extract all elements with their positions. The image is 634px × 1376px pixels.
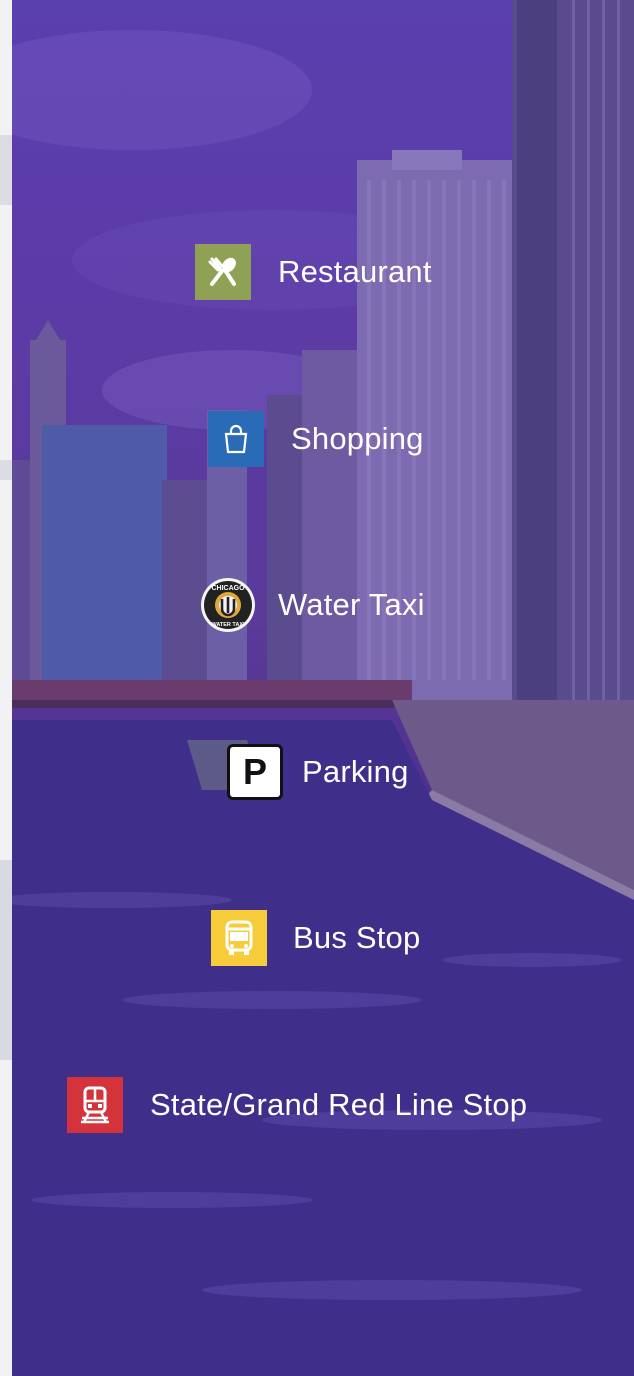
train-icon	[67, 1077, 123, 1133]
legend-item-bus-stop: Bus Stop	[211, 910, 420, 966]
city-river-background	[12, 0, 634, 1376]
legend-label-red-line-stop: State/Grand Red Line Stop	[150, 1087, 528, 1122]
water-taxi-logo-bottom-text: WATER TAXI	[211, 622, 245, 628]
legend-label-parking: Parking	[302, 754, 409, 789]
legend-item-restaurant: Restaurant	[195, 244, 432, 300]
legend-label-water-taxi: Water Taxi	[278, 587, 425, 622]
legend-label-bus-stop: Bus Stop	[293, 920, 421, 955]
parking-letter: P	[242, 751, 267, 792]
water-taxi-logo-icon: CHICAGO WATER TAXI	[200, 577, 256, 633]
legend-item-shopping: Shopping	[208, 411, 424, 467]
legend-item-water-taxi: CHICAGO WATER TAXI Water Taxi	[200, 577, 425, 633]
parking-p-icon: P	[227, 744, 283, 800]
fork-spoon-icon	[195, 244, 251, 300]
page: Restaurant Shopping CHICAGO WATER TAXI W…	[0, 0, 634, 1376]
legend-item-red-line-stop: State/Grand Red Line Stop	[67, 1077, 527, 1133]
underlying-page-edge	[0, 0, 12, 1376]
legend-item-parking: P Parking	[227, 744, 409, 800]
legend-label-restaurant: Restaurant	[278, 254, 432, 289]
shopping-bag-icon	[208, 411, 264, 467]
legend-label-shopping: Shopping	[291, 421, 424, 456]
water-taxi-logo-top-text: CHICAGO	[211, 585, 245, 592]
bus-icon	[211, 910, 267, 966]
map-legend-overlay: Restaurant Shopping CHICAGO WATER TAXI W…	[12, 0, 634, 1376]
